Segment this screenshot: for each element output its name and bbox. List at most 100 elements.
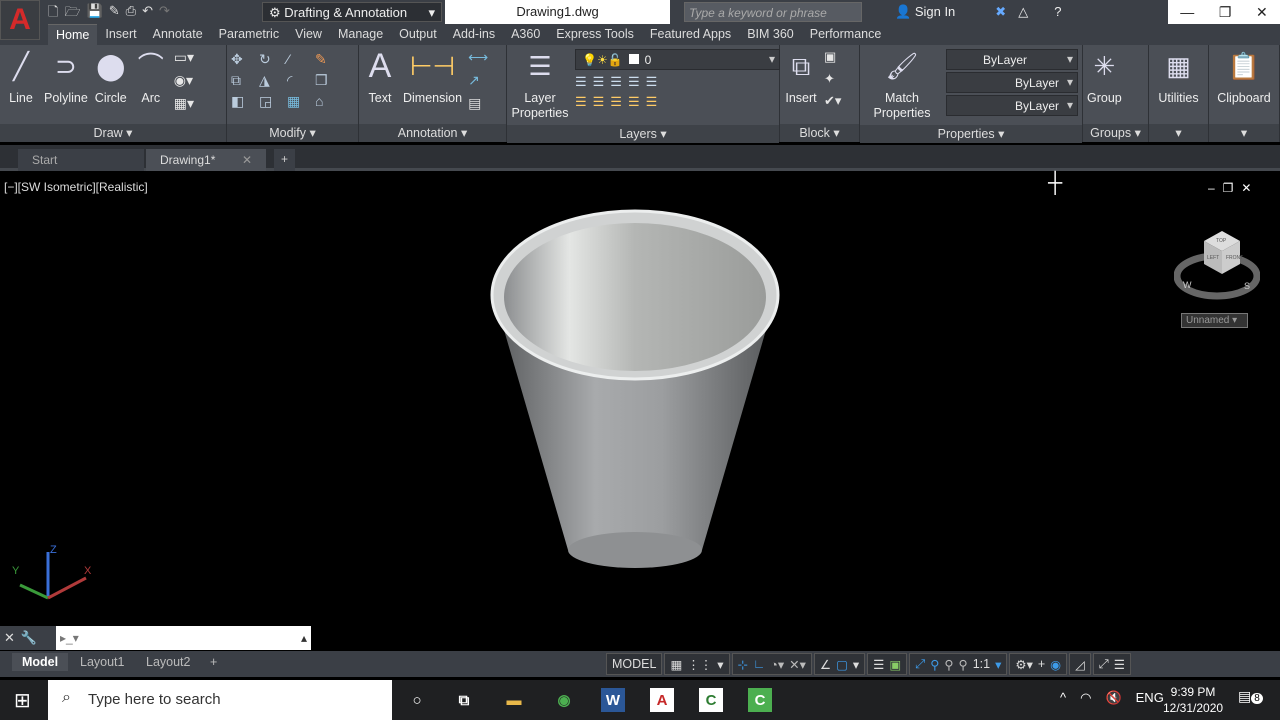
ucs-dropdown[interactable]: Unnamed ▾	[1181, 313, 1248, 328]
polar-icon[interactable]: ◔▾	[770, 657, 784, 672]
tab-layout1[interactable]: Layout1	[70, 653, 134, 671]
isodraft-icon[interactable]: ✕▾	[789, 657, 806, 672]
lineweight-icon[interactable]: ☰	[873, 657, 884, 672]
model-space-button[interactable]: MODEL	[606, 653, 663, 675]
modify-panel-title[interactable]: Modify ▾	[227, 124, 358, 142]
linetype-dropdown[interactable]: ByLayer	[946, 72, 1078, 93]
tab-annotate[interactable]: Annotate	[145, 24, 211, 45]
taskbar-search[interactable]: ⌕ Type here to search	[48, 680, 392, 720]
search-input[interactable]: Type a keyword or phrase	[684, 2, 862, 22]
match-properties-button[interactable]: 🖌 Match Properties	[864, 49, 940, 121]
mirror-icon[interactable]: ◮	[259, 72, 281, 89]
dynamic-ucs-icon[interactable]: ⤢	[915, 657, 925, 672]
color-dropdown[interactable]: ByLayer	[946, 49, 1078, 70]
rotate-icon[interactable]: ↻	[259, 51, 281, 68]
tab-express-tools[interactable]: Express Tools	[548, 24, 642, 45]
line-button[interactable]: ╱ Line	[4, 49, 38, 106]
new-icon[interactable]: 🗋	[48, 3, 58, 25]
file-explorer-icon[interactable]: ▬	[502, 688, 526, 712]
infer-icon[interactable]: ⊹	[738, 657, 748, 672]
tab-output[interactable]: Output	[391, 24, 445, 45]
snap-icon[interactable]: ⋮⋮	[687, 657, 712, 672]
open-icon[interactable]: 🗁	[64, 3, 80, 25]
block-panel-title[interactable]: Block ▾	[780, 124, 859, 142]
volume-muted-icon[interactable]: 🔇	[1105, 690, 1121, 706]
tab-drawing1[interactable]: Drawing1* ✕	[146, 149, 266, 171]
workspace-tools[interactable]: ⚙▾ + ◉	[1009, 653, 1068, 675]
isolate-icon[interactable]: ◉	[1050, 657, 1061, 672]
layer-tools-row2[interactable]: ☰☰☰☰☰	[575, 94, 780, 110]
save-icon[interactable]: 💾	[87, 3, 103, 25]
wrench-icon[interactable]: 🔧	[21, 630, 37, 646]
minimize-icon[interactable]: —	[1180, 4, 1194, 20]
layers-panel-title[interactable]: Layers ▾	[507, 125, 779, 143]
new-layout-button[interactable]: +	[200, 653, 227, 671]
trim-icon[interactable]: ⁄	[287, 51, 309, 68]
utilities-expand[interactable]: ▾	[1149, 124, 1208, 142]
annotation-scale-icon[interactable]: ⚲	[959, 657, 968, 672]
save-as-icon[interactable]: ✎	[109, 3, 120, 25]
clean-screen-icon[interactable]: ⤢	[1099, 657, 1109, 672]
chrome-icon[interactable]: ◉	[552, 688, 576, 712]
windows-start-icon[interactable]: ⊞	[14, 688, 31, 713]
command-input[interactable]	[82, 628, 301, 648]
viewport-controls-label[interactable]: [−][SW Isometric][Realistic]	[4, 180, 148, 194]
fillet-icon[interactable]: ◜	[287, 72, 309, 89]
tab-parametric[interactable]: Parametric	[211, 24, 287, 45]
insert-button[interactable]: ⧉ Insert	[784, 49, 818, 106]
tab-model[interactable]: Model	[12, 653, 69, 671]
chevron-up-icon[interactable]: ^	[1060, 690, 1066, 706]
new-tab-button[interactable]: +	[274, 149, 296, 171]
circle-button[interactable]: ⬤ Circle	[94, 49, 128, 106]
copy-icon[interactable]: ⧉	[231, 72, 253, 89]
restore-icon[interactable]: ❐	[1219, 4, 1232, 21]
array-icon[interactable]: ▦	[287, 93, 309, 110]
create-block-icon[interactable]: ▣	[824, 49, 841, 65]
utilities-panel[interactable]: ▦ Utilities ▾	[1149, 45, 1209, 142]
close-icon[interactable]: ✕	[1256, 4, 1268, 21]
viewcube[interactable]: W S TOP LEFT FRONT	[1173, 226, 1261, 300]
clipboard-expand[interactable]: ▾	[1209, 124, 1279, 142]
text-button[interactable]: A Text	[363, 49, 397, 106]
plus-icon[interactable]: +	[1038, 657, 1045, 671]
cortana-icon[interactable]: ○	[405, 688, 429, 712]
erase-icon[interactable]: ✎	[315, 51, 337, 68]
workspace-dropdown[interactable]: ⚙ Drafting & Annotation ▾	[262, 2, 442, 22]
help-icon[interactable]: ?	[1054, 4, 1061, 19]
a360-icon[interactable]: △	[1018, 4, 1028, 19]
clock[interactable]: 9:39 PM 12/31/2020	[1163, 684, 1223, 716]
autoscale-icon[interactable]: ⚲	[944, 657, 953, 672]
command-prompt-icon[interactable]: ▸_▾	[56, 631, 83, 645]
tab-featured-apps[interactable]: Featured Apps	[642, 24, 739, 45]
command-history-icon[interactable]: ▴	[301, 631, 311, 645]
draw-panel-title[interactable]: Draw ▾	[0, 124, 226, 142]
transparency-icon[interactable]: ▣	[889, 657, 901, 672]
boundary-icon[interactable]: ▦▾	[174, 95, 194, 112]
viewport-window-controls[interactable]: –❐✕	[1208, 181, 1260, 195]
tab-bim-360[interactable]: BIM 360	[739, 24, 802, 45]
word-icon[interactable]: W	[601, 688, 625, 712]
workspace-gear-icon[interactable]: ⚙▾	[1015, 657, 1032, 672]
dimension-button[interactable]: ⊢⊣ Dimension	[403, 49, 462, 106]
properties-panel-title[interactable]: Properties ▾	[860, 125, 1082, 143]
object-snap-icon[interactable]: ▢	[836, 657, 848, 672]
osnap-tools[interactable]: ∠ ▢ ▾	[813, 653, 866, 675]
tab-home[interactable]: Home	[48, 24, 98, 45]
layer-properties-button[interactable]: ☰ Layer Properties	[511, 49, 569, 121]
arc-button[interactable]: ⌒ Arc	[134, 49, 168, 106]
wifi-icon[interactable]: ◠	[1080, 690, 1091, 706]
layer-dropdown[interactable]: 💡☀🔓 0	[575, 49, 780, 70]
lineweight-tools[interactable]: ☰ ▣	[867, 653, 908, 675]
layer-tools-row1[interactable]: ☰☰☰☰☰	[575, 74, 780, 90]
close-icon[interactable]: ✕	[4, 630, 15, 646]
leader-icon[interactable]: ↗	[468, 72, 488, 89]
undo-icon[interactable]: ↶	[142, 3, 153, 25]
groups-panel-title[interactable]: Groups ▾	[1083, 124, 1148, 142]
tab-start[interactable]: Start	[18, 149, 144, 171]
notifications-icon[interactable]: ▤ 8	[1238, 688, 1263, 705]
language-indicator[interactable]: ENG	[1136, 690, 1164, 706]
grid-icon[interactable]: ▦	[670, 657, 682, 672]
hatch-icon[interactable]: ◉▾	[174, 72, 194, 89]
stretch-icon[interactable]: ◧	[231, 93, 253, 110]
camtasia-recorder-icon[interactable]: C	[748, 688, 772, 712]
